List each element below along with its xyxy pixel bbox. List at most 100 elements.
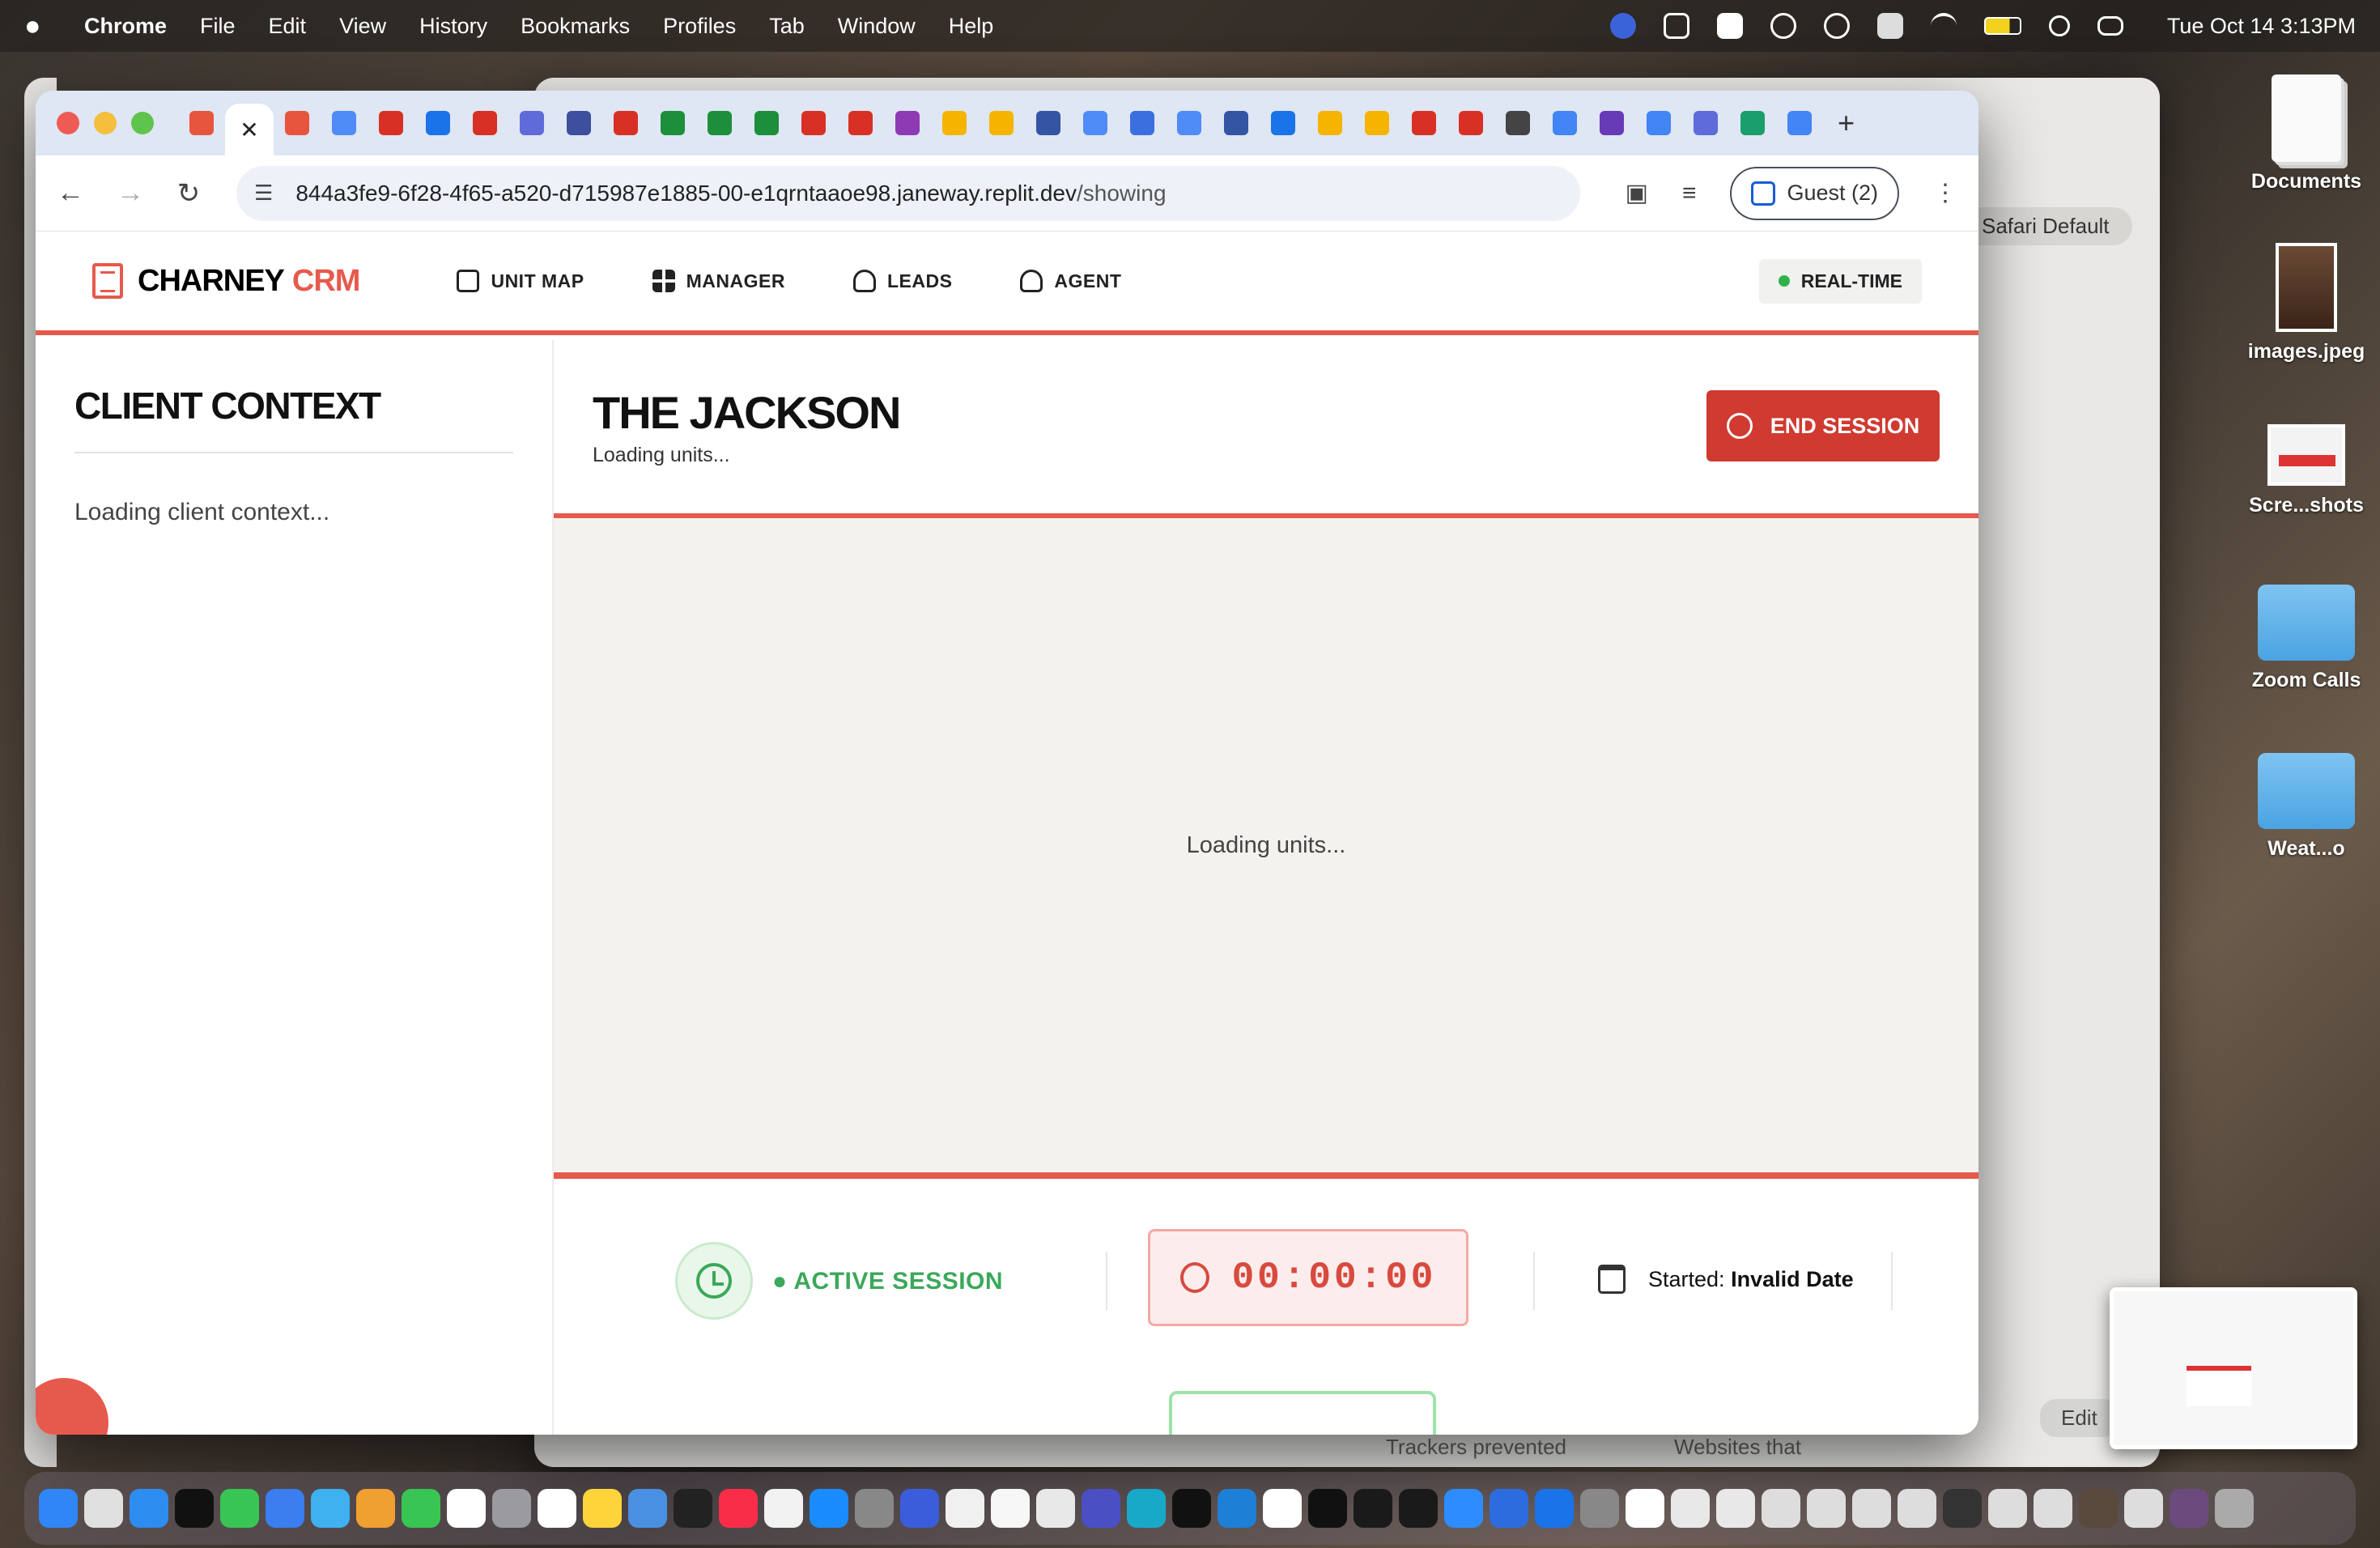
menu-edit[interactable]: Edit: [269, 14, 307, 39]
desktop-item-images[interactable]: images.jpeg: [2238, 243, 2375, 364]
dock-app-icon[interactable]: [1807, 1489, 1846, 1528]
dock-app-icon[interactable]: [1082, 1489, 1120, 1528]
dock-app-icon[interactable]: [356, 1489, 395, 1528]
tab-favicon-icon[interactable]: [1224, 111, 1248, 135]
tab-favicon-icon[interactable]: [754, 111, 779, 135]
wifi-icon[interactable]: [1930, 13, 1957, 39]
nav-agent[interactable]: AGENT: [1020, 270, 1121, 292]
dock-app-icon[interactable]: [719, 1489, 758, 1528]
dock-app-icon[interactable]: [538, 1489, 576, 1528]
dock-app-icon[interactable]: [311, 1489, 350, 1528]
cloud-status-icon[interactable]: [1823, 13, 1850, 39]
desktop-item-documents[interactable]: Documents: [2238, 74, 2375, 194]
tab-favicon-icon[interactable]: [1553, 111, 1577, 135]
tab-favicon-icon[interactable]: [895, 111, 920, 135]
dock-app-icon[interactable]: [1308, 1489, 1347, 1528]
tab-favicon-icon[interactable]: [989, 111, 1014, 135]
tab-favicon-icon[interactable]: [1740, 111, 1765, 135]
menu-history[interactable]: History: [419, 14, 487, 39]
dock-app-icon[interactable]: [1943, 1489, 1982, 1528]
brand-logo[interactable]: CHARNEY CRM: [92, 263, 360, 299]
asterisk-status-icon[interactable]: [1716, 13, 1743, 39]
tab-favicon-icon[interactable]: [426, 111, 450, 135]
tab-favicon-icon[interactable]: [1130, 111, 1154, 135]
dock-app-icon[interactable]: [1218, 1489, 1256, 1528]
control-center-icon[interactable]: [2097, 16, 2123, 36]
reading-list-icon[interactable]: ≡: [1682, 180, 1697, 207]
dock-app-icon[interactable]: [628, 1489, 667, 1528]
tab-favicon-icon[interactable]: [567, 111, 591, 135]
dock-app-icon[interactable]: [810, 1489, 848, 1528]
tab-favicon-icon[interactable]: [473, 111, 497, 135]
dock-app-icon[interactable]: [855, 1489, 894, 1528]
screenshot-thumbnail[interactable]: [2110, 1287, 2357, 1449]
dock-app-icon[interactable]: [1716, 1489, 1755, 1528]
lens-search-icon[interactable]: ▣: [1626, 179, 1648, 207]
tab-favicon-icon[interactable]: [332, 111, 356, 135]
tab-favicon-replit-icon[interactable]: [189, 111, 214, 135]
dock-app-icon[interactable]: [2170, 1489, 2208, 1528]
layers-status-icon[interactable]: [1876, 13, 1903, 39]
menu-app-name[interactable]: Chrome: [84, 14, 167, 39]
tab-favicon-icon[interactable]: [520, 111, 544, 135]
session-action-card[interactable]: [1169, 1391, 1436, 1435]
desktop-item-screenshots[interactable]: Scre...shots: [2238, 424, 2375, 517]
close-tab-icon[interactable]: ✕: [240, 117, 258, 143]
menu-profiles[interactable]: Profiles: [663, 14, 736, 39]
tab-favicon-icon[interactable]: [1177, 111, 1201, 135]
dock-app-icon[interactable]: [946, 1489, 984, 1528]
dock-app-icon[interactable]: [674, 1489, 712, 1528]
tab-favicon-icon[interactable]: [661, 111, 685, 135]
dock-app-icon[interactable]: [130, 1489, 168, 1528]
play-status-icon[interactable]: [1770, 13, 1796, 39]
menu-clock[interactable]: Tue Oct 14 3:13PM: [2167, 14, 2356, 39]
close-window-button[interactable]: [57, 112, 79, 134]
dock-app-icon[interactable]: [1626, 1489, 1664, 1528]
dock-app-icon[interactable]: [991, 1489, 1030, 1528]
dock-app-icon[interactable]: [1399, 1489, 1438, 1528]
dock-app-icon[interactable]: [447, 1489, 486, 1528]
dock-app-icon[interactable]: [1263, 1489, 1302, 1528]
menu-help[interactable]: Help: [949, 14, 994, 39]
dock-app-icon[interactable]: [1490, 1489, 1528, 1528]
desktop-item-zoom-calls[interactable]: Zoom Calls: [2238, 585, 2375, 692]
dock-app-icon[interactable]: [1172, 1489, 1211, 1528]
profile-button[interactable]: Guest (2): [1730, 166, 1899, 220]
safari-default-pill[interactable]: Safari Default: [1959, 207, 2132, 245]
dock-app-icon[interactable]: [1127, 1489, 1166, 1528]
dock-app-icon[interactable]: [84, 1489, 123, 1528]
tab-favicon-icon[interactable]: [1083, 111, 1107, 135]
zoom-status-icon[interactable]: [1609, 13, 1636, 39]
dock-app-icon[interactable]: [583, 1489, 622, 1528]
tab-favicon-icon[interactable]: [379, 111, 403, 135]
tab-favicon-icon[interactable]: [614, 111, 638, 135]
tab-favicon-icon[interactable]: [1365, 111, 1389, 135]
dock-app-icon[interactable]: [1852, 1489, 1891, 1528]
site-info-icon[interactable]: ☰: [254, 181, 273, 206]
dock-app-icon[interactable]: [266, 1489, 304, 1528]
end-session-button[interactable]: END SESSION: [1706, 390, 1940, 461]
dock-app-icon[interactable]: [1535, 1489, 1574, 1528]
tab-favicon-icon[interactable]: [1787, 111, 1812, 135]
chrome-menu-icon[interactable]: ⋮: [1933, 179, 1957, 207]
minimize-window-button[interactable]: [94, 112, 117, 134]
dock-app-icon[interactable]: [175, 1489, 214, 1528]
menu-bookmarks[interactable]: Bookmarks: [521, 14, 630, 39]
zoom-window-button[interactable]: [131, 112, 154, 134]
edit-button[interactable]: Edit: [2040, 1399, 2119, 1437]
floating-action-button[interactable]: [36, 1378, 108, 1435]
dock-app-icon[interactable]: [1762, 1489, 1800, 1528]
dock-app-icon[interactable]: [1444, 1489, 1483, 1528]
tab-favicon-icon[interactable]: [1506, 111, 1530, 135]
forward-icon[interactable]: →: [117, 177, 144, 209]
dock-app-icon[interactable]: [1580, 1489, 1619, 1528]
tab-favicon-icon[interactable]: [708, 111, 732, 135]
dock-app-icon[interactable]: [764, 1489, 803, 1528]
apple-menu-icon[interactable]: ●: [24, 11, 49, 42]
dock-app-icon[interactable]: [492, 1489, 531, 1528]
dock-app-icon[interactable]: [39, 1489, 78, 1528]
menu-window[interactable]: Window: [838, 14, 916, 39]
tab-favicon-icon[interactable]: [942, 111, 967, 135]
tab-favicon-icon[interactable]: [1036, 111, 1060, 135]
desktop-item-weather[interactable]: Weat...o: [2238, 753, 2375, 861]
